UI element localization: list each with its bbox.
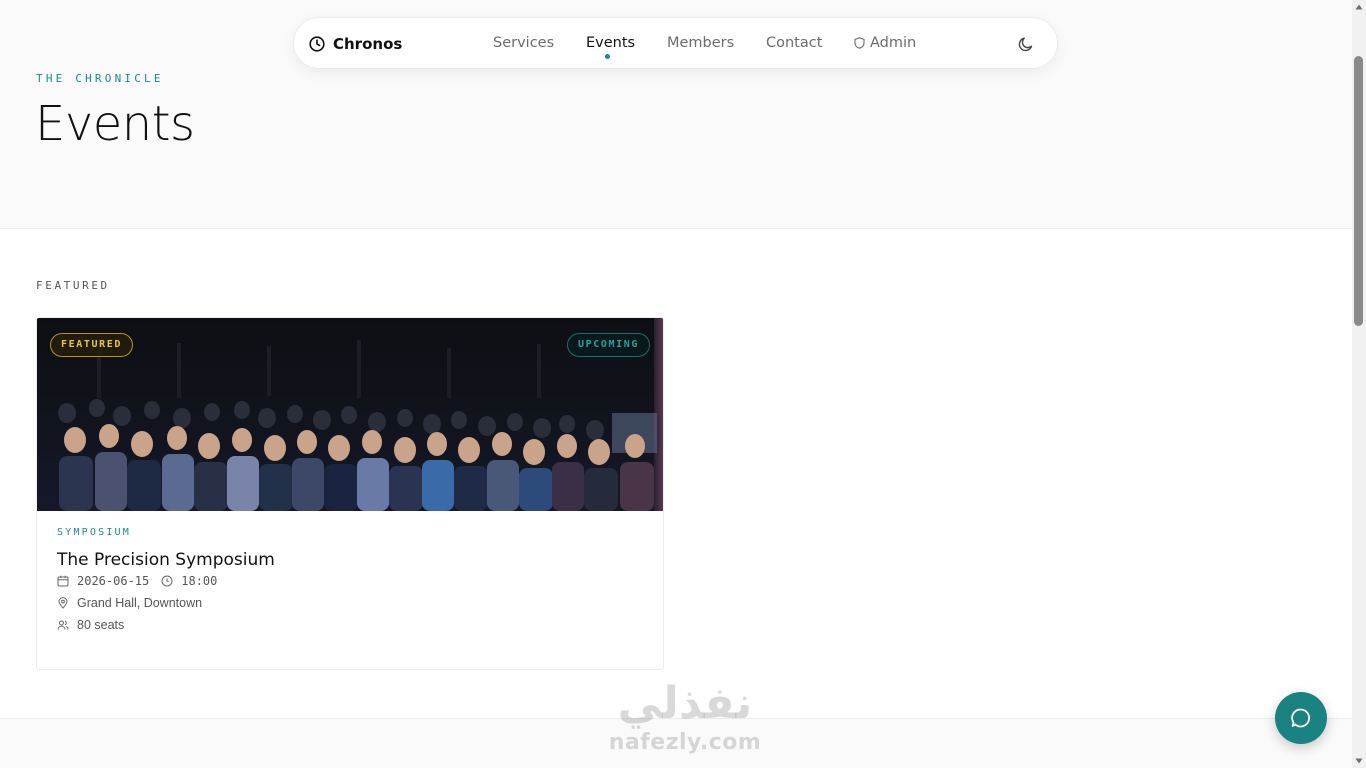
- clock-icon: [309, 36, 325, 52]
- watermark-arabic: نفذلي: [617, 678, 753, 729]
- nav-members[interactable]: Members: [667, 35, 734, 51]
- calendar-icon: [57, 575, 69, 587]
- top-navbar: Chronos Services Events Members Contact …: [293, 17, 1058, 69]
- nav-services[interactable]: Services: [493, 35, 554, 51]
- event-seats: 80 seats: [77, 618, 125, 632]
- status-badge: UPCOMING: [567, 333, 650, 357]
- users-icon: [57, 620, 69, 630]
- nav-contact[interactable]: Contact: [766, 35, 822, 51]
- hero-eyebrow: THE CHRONICLE: [36, 72, 164, 85]
- shield-icon: [854, 37, 865, 49]
- featured-badge: FEATURED: [50, 333, 133, 357]
- scroll-thumb[interactable]: [1354, 56, 1363, 326]
- scroll-down-arrow-icon[interactable]: [1355, 757, 1363, 765]
- card-body: SYMPOSIUM The Precision Symposium 2026-0…: [57, 527, 643, 636]
- map-pin-icon: [58, 597, 68, 609]
- scroll-up-arrow-icon[interactable]: [1355, 3, 1363, 11]
- featured-event-card[interactable]: FEATURED UPCOMING SYMPOSIUM The Precisio…: [36, 317, 664, 670]
- chat-button[interactable]: [1275, 692, 1327, 744]
- brand-name: Chronos: [333, 35, 403, 53]
- event-category: SYMPOSIUM: [57, 527, 131, 538]
- event-location: Grand Hall, Downtown: [77, 596, 203, 610]
- active-indicator-dot: [605, 54, 610, 59]
- event-location-row: Grand Hall, Downtown: [57, 592, 643, 614]
- event-title[interactable]: The Precision Symposium: [57, 550, 643, 570]
- nav-events[interactable]: Events: [586, 35, 635, 51]
- event-datetime: 2026-06-15 18:00: [57, 570, 643, 592]
- page-title: Events: [35, 96, 195, 152]
- clock-icon: [161, 575, 173, 587]
- event-time: 18:00: [181, 574, 218, 588]
- chat-bubble-icon: [1291, 708, 1311, 728]
- event-seats-row: 80 seats: [57, 614, 643, 636]
- page: THE CHRONICLE Events Chronos Services Ev…: [0, 0, 1352, 768]
- admin-label: Admin: [870, 35, 917, 51]
- watermark-logo: نفذلي nafezly.com: [600, 678, 770, 768]
- brand-link[interactable]: Chronos: [309, 35, 402, 53]
- moon-icon[interactable]: [1017, 35, 1035, 53]
- event-date: 2026-06-15: [77, 574, 150, 588]
- vertical-scrollbar[interactable]: [1352, 0, 1366, 768]
- nav-admin[interactable]: Admin: [854, 35, 916, 51]
- watermark-latin: nafezly.com: [608, 730, 762, 755]
- featured-section-label: FEATURED: [36, 279, 110, 292]
